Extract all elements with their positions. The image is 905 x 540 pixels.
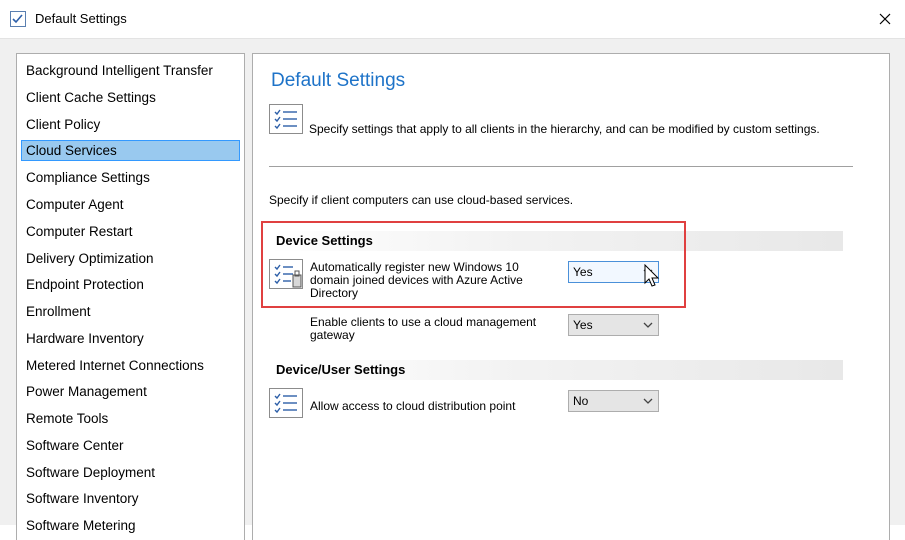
panel-description: Specify settings that apply to all clien… [309, 122, 820, 136]
sidebar-item-endpoint-protection[interactable]: Endpoint Protection [21, 274, 240, 295]
checklist-icon [269, 104, 303, 134]
sidebar-item-delivery-optimization[interactable]: Delivery Optimization [21, 248, 240, 269]
annotation-highlight-box [261, 221, 686, 308]
section-intro: Specify if client computers can use clou… [269, 193, 574, 207]
checklist-icon [10, 11, 26, 27]
sidebar-item-software-inventory[interactable]: Software Inventory [21, 488, 240, 509]
close-button[interactable] [866, 4, 904, 34]
sidebar-item-cloud-services[interactable]: Cloud Services [21, 140, 240, 161]
cloud-distribution-point-dropdown[interactable]: No [568, 390, 659, 412]
sidebar-item-software-deployment[interactable]: Software Deployment [21, 462, 240, 483]
sidebar-item-power-management[interactable]: Power Management [21, 381, 240, 402]
sidebar-item-enrollment[interactable]: Enrollment [21, 301, 240, 322]
page-title: Default Settings [271, 70, 406, 91]
cloud-management-gateway-dropdown[interactable]: Yes [568, 314, 659, 336]
settings-category-list: Background Intelligent Transfer Client C… [16, 53, 245, 540]
dropdown-value: Yes [573, 318, 593, 332]
sidebar-item-client-cache-settings[interactable]: Client Cache Settings [21, 87, 240, 108]
dropdown-value: No [573, 394, 589, 408]
chevron-down-icon [643, 398, 653, 404]
sidebar-item-hardware-inventory[interactable]: Hardware Inventory [21, 328, 240, 349]
checklist-icon [269, 388, 303, 418]
sidebar-item-software-center[interactable]: Software Center [21, 435, 240, 456]
divider [269, 166, 853, 167]
window-title: Default Settings [35, 11, 127, 26]
title-bar: Default Settings [0, 0, 905, 38]
section-title: Device/User Settings [276, 362, 406, 377]
setting-label-cloud-management-gateway: Enable clients to use a cloud management… [310, 315, 537, 342]
sidebar-item-metered-internet-connections[interactable]: Metered Internet Connections [21, 355, 240, 376]
sidebar-item-software-metering[interactable]: Software Metering [21, 515, 240, 536]
setting-label-cloud-distribution-point: Allow access to cloud distribution point [310, 399, 516, 413]
sidebar-item-background-intelligent-transfer[interactable]: Background Intelligent Transfer [21, 60, 240, 81]
sidebar-item-client-policy[interactable]: Client Policy [21, 114, 240, 135]
chevron-down-icon [643, 322, 653, 328]
section-header-device-user-settings: Device/User Settings [269, 360, 843, 380]
close-icon [879, 13, 891, 25]
mouse-pointer-icon [644, 264, 660, 287]
sidebar-item-computer-restart[interactable]: Computer Restart [21, 221, 240, 242]
sidebar-item-computer-agent[interactable]: Computer Agent [21, 194, 240, 215]
sidebar-item-remote-tools[interactable]: Remote Tools [21, 408, 240, 429]
sidebar-item-compliance-settings[interactable]: Compliance Settings [21, 167, 240, 188]
